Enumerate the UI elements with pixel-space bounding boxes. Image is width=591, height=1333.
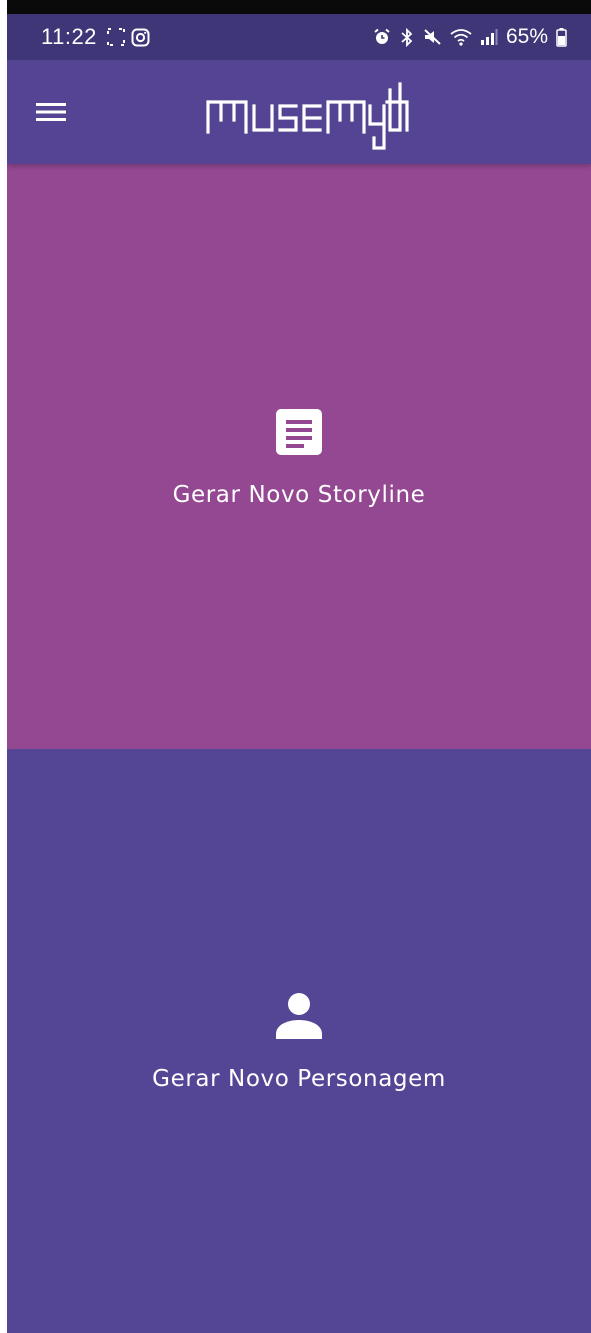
generate-storyline-label: Gerar Novo Storyline	[172, 481, 426, 508]
app-bar	[7, 60, 591, 164]
generate-character-card[interactable]: Gerar Novo Personagem	[7, 749, 591, 1333]
status-bar: 11:22 65%	[7, 14, 591, 60]
status-right-icons: 65%	[373, 25, 567, 49]
status-time: 11:22	[41, 24, 97, 49]
status-left-icons	[106, 28, 150, 47]
panel-icon-wrap	[273, 990, 325, 1042]
hamburger-menu-icon[interactable]	[36, 101, 66, 123]
battery-icon	[556, 27, 567, 47]
article-icon	[276, 408, 322, 455]
panel-icon-wrap	[273, 406, 325, 458]
signal-icon	[480, 29, 498, 45]
alarm-icon	[374, 28, 390, 44]
instagram-icon	[131, 28, 150, 46]
wifi-icon	[450, 29, 472, 46]
generate-storyline-card[interactable]: Gerar Novo Storyline	[7, 164, 591, 749]
bluetooth-icon	[401, 27, 413, 47]
device-bezel-top	[7, 0, 591, 14]
mute-icon	[424, 29, 441, 45]
person-icon	[276, 993, 322, 1039]
app-logo	[204, 80, 409, 154]
musemyth-logo	[206, 82, 409, 150]
fullscreen-icon	[106, 28, 125, 46]
app-screen: 11:22 65% Gerar Novo Storyline Gerar Nov…	[7, 0, 591, 1333]
battery-percent: 65%	[505, 25, 548, 48]
generate-character-label: Gerar Novo Personagem	[152, 1066, 446, 1092]
menu-button[interactable]	[27, 88, 75, 136]
